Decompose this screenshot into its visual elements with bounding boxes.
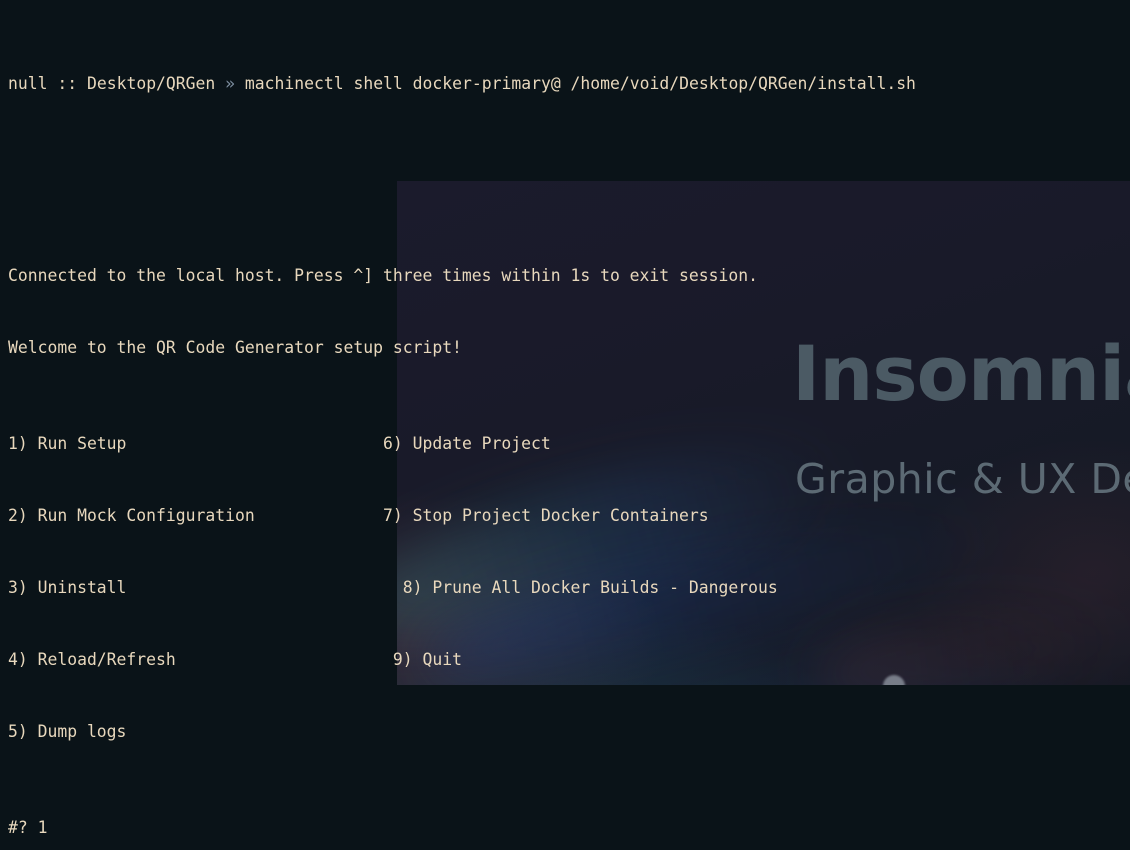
prompt-space-1 [47, 74, 57, 93]
menu-item-4[interactable]: 4) Reload/Refresh [8, 650, 176, 669]
menu-prompt-label: #? [8, 818, 28, 837]
menu-gap-4 [176, 650, 393, 669]
menu-gap-3 [126, 578, 402, 597]
menu-item-7[interactable]: 7) Stop Project Docker Containers [383, 506, 709, 525]
menu-item-3[interactable]: 3) Uninstall [8, 578, 126, 597]
prompt-command: machinectl shell docker-primary@ /home/v… [244, 74, 916, 93]
menu-gap-1 [126, 434, 383, 453]
menu-row-5[interactable]: 5) Dump logs [0, 720, 1130, 744]
menu-item-9[interactable]: 9) Quit [393, 650, 462, 669]
prompt-cwd: Desktop/QRGen [86, 74, 216, 93]
connect-notice: Connected to the local host. Press ^] th… [8, 266, 758, 285]
menu-row-2[interactable]: 2) Run Mock Configuration 7) Stop Projec… [0, 504, 1130, 528]
menu-gap-2 [255, 506, 383, 525]
menu-item-5[interactable]: 5) Dump logs [8, 722, 126, 741]
menu-selection-value[interactable]: 1 [38, 818, 48, 837]
prompt-separator: :: [57, 74, 78, 93]
menu-selection-line[interactable]: #? 1 [0, 816, 1130, 840]
menu-item-8[interactable]: 8) Prune All Docker Builds - Dangerous [403, 578, 778, 597]
prompt-line: null :: Desktop/QRGen » machinectl shell… [0, 72, 1130, 96]
menu-row-4[interactable]: 4) Reload/Refresh 9) Quit [0, 648, 1130, 672]
prompt-chevron-icon: » [225, 74, 236, 93]
prompt-space-3 [215, 74, 225, 93]
prompt-space-4 [235, 74, 245, 93]
menu-row-3[interactable]: 3) Uninstall 8) Prune All Docker Builds … [0, 576, 1130, 600]
menu-prompt-space [28, 818, 38, 837]
welcome-line: Welcome to the QR Code Generator setup s… [8, 338, 462, 357]
prompt-space-2 [77, 74, 87, 93]
terminal-text-buffer[interactable]: null :: Desktop/QRGen » machinectl shell… [0, 0, 1130, 850]
terminal-window[interactable]: Insomnia Graphic & UX Desig null :: Desk… [0, 0, 1130, 850]
menu-row-1[interactable]: 1) Run Setup 6) Update Project [0, 432, 1130, 456]
menu-item-1[interactable]: 1) Run Setup [8, 434, 126, 453]
prompt-user: null [8, 74, 48, 93]
menu-item-6[interactable]: 6) Update Project [383, 434, 551, 453]
menu-item-2[interactable]: 2) Run Mock Configuration [8, 506, 255, 525]
